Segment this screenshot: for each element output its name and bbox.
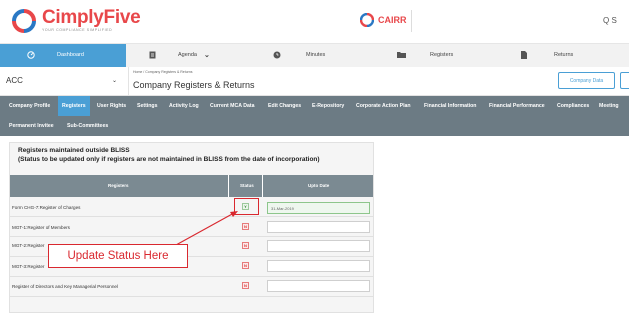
brand-name: CimplyFive [42, 7, 141, 28]
header-divider [228, 175, 229, 197]
status-toggle[interactable]: N [242, 223, 249, 230]
panel-subtitle: (Status to be updated only if registers … [18, 156, 320, 163]
top-header: CimplyFive YOUR COMPLIANCE SIMPLIFIED CA… [0, 0, 629, 44]
module-label: Agenda [178, 52, 197, 58]
tab-permanent-invitee[interactable]: Permanent Invitee [6, 116, 57, 136]
clock-icon [273, 51, 281, 61]
brand-logo[interactable]: CimplyFive YOUR COMPLIANCE SIMPLIFIED [12, 7, 141, 33]
breadcrumb[interactable]: Home / Company Registers & Returns [133, 70, 193, 74]
cairr-logo[interactable]: CAIRR [360, 13, 407, 27]
register-name: Form CHG-7:Register of Charges [12, 205, 81, 210]
upto-date-input[interactable] [267, 280, 370, 292]
update-status-callout: Update Status Here [48, 244, 188, 268]
header-divider [262, 175, 263, 197]
tab-compliances[interactable]: Compliances [554, 96, 592, 116]
module-label: Minutes [306, 52, 326, 58]
tab-edit-changes[interactable]: Edit Changes [265, 96, 304, 116]
header-divider [411, 10, 412, 32]
status-toggle[interactable]: N [242, 282, 249, 289]
cairr-label: CAIRR [378, 15, 407, 25]
company-bar-divider [128, 67, 129, 96]
cimplyfive-logo-icon [12, 8, 36, 33]
tab-meeting[interactable]: Meeting [596, 96, 622, 116]
tab-sub-committees[interactable]: Sub-Committees [64, 116, 111, 136]
tab-financial-information[interactable]: Financial Information [421, 96, 479, 116]
column-header-upto-date: Upto Date [308, 183, 330, 188]
panel-title: Registers maintained outside BLISS [18, 147, 130, 154]
register-name: MGT-1:Register of Members [12, 225, 70, 230]
status-toggle[interactable]: N [242, 262, 249, 269]
document-icon [521, 51, 527, 61]
module-dashboard[interactable]: Dashboard [0, 44, 126, 67]
brand-tagline: YOUR COMPLIANCE SIMPLIFIED [42, 28, 113, 32]
module-label: Registers [430, 52, 454, 58]
column-header-status: Status [240, 183, 254, 188]
column-header-registers: Registers [108, 183, 129, 188]
company-data-button[interactable]: Company Data [558, 72, 615, 89]
extra-button[interactable] [620, 72, 629, 89]
register-name: Register of Directors and Key Managerial… [12, 284, 118, 289]
register-name: MGT-3:Register [12, 264, 45, 269]
screen: CimplyFive YOUR COMPLIANCE SIMPLIFIED CA… [0, 0, 629, 313]
company-subtabs: Company Profile Registers User Rights Se… [0, 96, 629, 136]
tab-current-mca-data[interactable]: Current MCA Data [207, 96, 257, 116]
module-nav: Dashboard Agenda ⌄ Minutes Registers Ret… [0, 44, 629, 67]
module-label: Returns [554, 52, 574, 58]
company-bar [0, 67, 629, 96]
dashboard-icon [27, 51, 35, 61]
folder-icon [397, 51, 406, 60]
upto-date-input[interactable] [267, 260, 370, 272]
tab-financial-performance[interactable]: Financial Performance [486, 96, 548, 116]
status-highlight-box [234, 198, 259, 215]
register-name: MGT-2:Register [12, 243, 45, 248]
tab-activity-log[interactable]: Activity Log [166, 96, 202, 116]
tab-e-repository[interactable]: E-Repository [309, 96, 347, 116]
cairr-logo-icon [360, 13, 374, 27]
upto-date-input[interactable] [267, 221, 370, 233]
tab-registers[interactable]: Registers [58, 96, 90, 116]
tab-settings[interactable]: Settings [134, 96, 160, 116]
module-registers[interactable]: Registers [378, 44, 504, 67]
tab-corporate-action-plan[interactable]: Corporate Action Plan [353, 96, 414, 116]
module-minutes[interactable]: Minutes [252, 44, 378, 67]
page-title: Company Registers & Returns [133, 80, 255, 90]
module-agenda[interactable]: Agenda ⌄ [126, 44, 252, 67]
tab-company-profile[interactable]: Company Profile [6, 96, 53, 116]
module-label: Dashboard [57, 52, 84, 58]
chevron-down-icon[interactable]: ⌄ [204, 51, 210, 59]
chevron-down-icon[interactable]: ⌄ [112, 77, 117, 84]
module-returns[interactable]: Returns [504, 44, 629, 67]
tab-user-rights[interactable]: User Rights [94, 96, 129, 116]
search-icon[interactable]: Q S [603, 16, 617, 25]
upto-date-input[interactable] [267, 240, 370, 252]
upto-date-input[interactable]: 31-Mar-2019 [267, 202, 370, 214]
company-select[interactable]: ACC [6, 76, 23, 85]
agenda-icon [149, 51, 156, 61]
status-toggle[interactable]: N [242, 242, 249, 249]
